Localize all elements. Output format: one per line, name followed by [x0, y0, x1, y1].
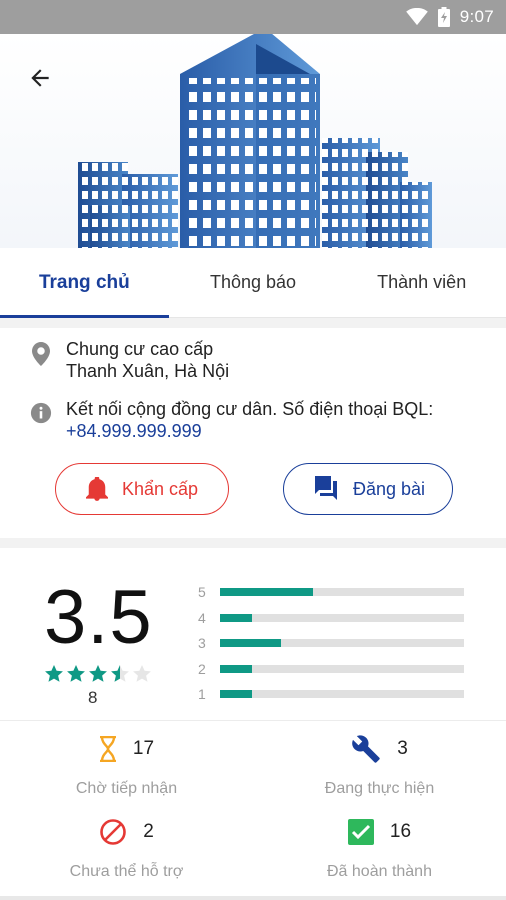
stat-unsupported[interactable]: 2 Chưa thể hỗ trợ [0, 815, 253, 881]
battery-icon [437, 7, 450, 27]
rating-bar-row: 5 [198, 584, 464, 600]
rating-bar-track [220, 613, 464, 622]
rating-bar-label: 4 [198, 609, 206, 626]
rating-bar-label: 1 [198, 686, 206, 702]
address-line-2: Thanh Xuân, Hà Nội [66, 361, 230, 381]
star-icon [133, 665, 151, 682]
star-icon [111, 665, 129, 682]
stat-completed-label: Đã hoàn thành [327, 863, 432, 880]
back-button[interactable] [20, 58, 60, 98]
stat-pending-label: Chờ tiếp nhận [75, 780, 178, 797]
star-icon [67, 665, 85, 682]
divider [0, 720, 506, 721]
hourglass-icon [99, 736, 116, 762]
header-banner [0, 34, 506, 248]
rating-bar-fill [220, 613, 252, 622]
info-icon [30, 402, 52, 424]
rating-bar-fill [220, 588, 313, 596]
rating-bar-track [220, 588, 464, 596]
address-line-1: Chung cư cao cấp [66, 339, 214, 359]
stat-completed-value: 16 [389, 821, 412, 842]
rating-bar-label: 3 [198, 635, 206, 651]
rating-bar-fill [220, 690, 252, 698]
arrow-left-icon [31, 69, 49, 87]
bell-icon [85, 477, 108, 501]
address-row: Chung cư cao cấp Thanh Xuân, Hà Nội [30, 338, 229, 382]
location-pin-icon [32, 342, 50, 366]
rating-bar-label: 2 [198, 660, 206, 677]
rating-bar-track [220, 690, 464, 698]
chat-icon [314, 476, 337, 500]
tab-notifications-label: Thông báo [209, 272, 297, 292]
tab-home-label: Trang chủ [38, 271, 130, 293]
tab-home[interactable]: Trang chủ [0, 248, 169, 318]
prohibited-icon [100, 819, 127, 845]
section-separator [0, 318, 506, 328]
wrench-icon [352, 735, 380, 763]
stat-in-progress-label: Đang thực hiện [324, 780, 435, 797]
post-button[interactable]: Đăng bài [283, 463, 453, 515]
description-text: Kết nối cộng đồng cư dân. Số điện thoại … [66, 399, 434, 419]
tab-members[interactable]: Thành viên [337, 248, 506, 317]
rating-bar-row: 4 [198, 610, 464, 626]
tab-notifications[interactable]: Thông báo [169, 248, 338, 317]
wifi-icon [405, 8, 428, 26]
check-box-icon [347, 819, 374, 845]
rating-bar-row: 3 [198, 635, 464, 651]
rating-count: 8 [88, 688, 98, 707]
status-time: 9:07 [459, 7, 494, 26]
rating-stars [44, 664, 152, 684]
stat-completed[interactable]: 16 Đã hoàn thành [253, 815, 506, 881]
rating-bar-row: 2 [198, 661, 464, 677]
emergency-button[interactable]: Khẩn cấp [55, 463, 229, 515]
description-row: Kết nối cộng đồng cư dân. Số điện thoại … [30, 398, 433, 442]
buildings-illustration [78, 34, 432, 248]
rating-bar-fill [220, 639, 281, 647]
stat-in-progress-value: 3 [397, 738, 408, 759]
rating-bar-fill [220, 664, 252, 673]
stat-unsupported-label: Chưa thể hỗ trợ [69, 863, 184, 880]
rating-average: 3.5 [44, 575, 153, 660]
tab-bar: Trang chủ Thông báo Thành viên [0, 248, 506, 318]
bottom-divider [0, 896, 506, 900]
rating-bar-row: 1 [198, 686, 464, 702]
stat-unsupported-value: 2 [143, 821, 154, 842]
rating-bar-track [220, 639, 464, 647]
section-separator [0, 538, 506, 548]
star-icon [45, 665, 63, 682]
status-bar: 9:07 [0, 0, 506, 34]
stat-pending-value: 17 [132, 738, 155, 759]
post-button-label: Đăng bài [352, 478, 426, 499]
star-icon [89, 665, 107, 682]
emergency-button-label: Khẩn cấp [121, 478, 199, 499]
stat-pending[interactable]: 17 Chờ tiếp nhận [0, 732, 253, 798]
rating-bar-track [220, 664, 464, 673]
tab-members-label: Thành viên [377, 272, 467, 292]
rating-bar-label: 5 [198, 584, 206, 600]
stat-in-progress[interactable]: 3 Đang thực hiện [253, 732, 506, 798]
phone-link[interactable]: +84.999.999.999 [66, 420, 433, 442]
